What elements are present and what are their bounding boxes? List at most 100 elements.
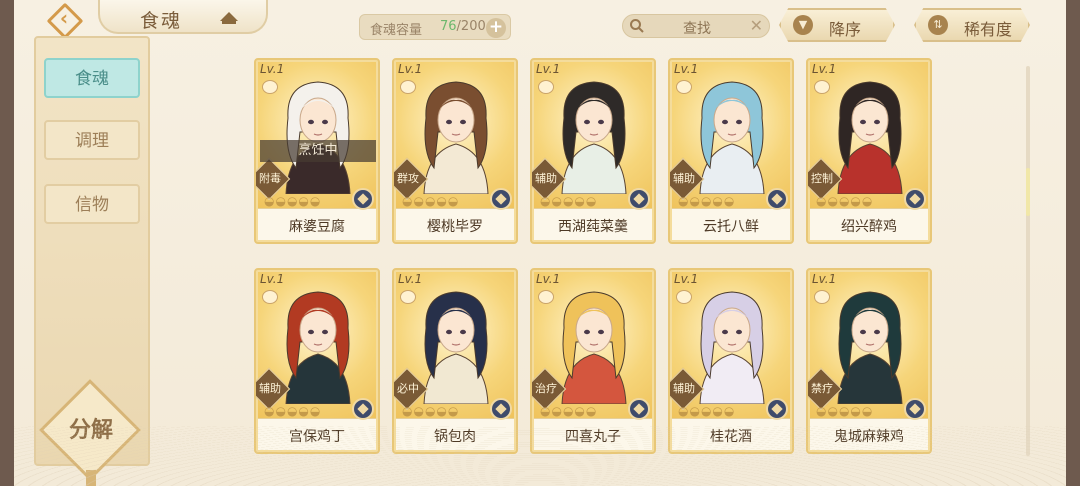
food-soul-card[interactable]: Lv.1 辅助 ◒◒◒◒◒ 桂花酒 xyxy=(668,268,794,454)
sidebar-item-food-soul[interactable]: 食魂 xyxy=(44,58,140,98)
card-level: Lv.1 xyxy=(674,272,699,286)
food-soul-name: 麻婆豆腐 xyxy=(289,219,345,235)
sidebar: 食魂 调理 信物 分解 xyxy=(34,36,150,486)
capacity-total: /200 xyxy=(456,19,486,34)
star-rating: ◒◒◒◒◒ xyxy=(678,404,736,418)
element-icon xyxy=(490,398,512,420)
top-bar: ‹ 食魂 食魂容量 76/200 + 查找 ✕ ▼ 降序 ⇅ 稀有度 xyxy=(14,0,1066,42)
scrollbar-thumb[interactable] xyxy=(1026,168,1030,216)
food-soul-name: 西湖莼菜羹 xyxy=(558,219,628,235)
food-soul-name: 四喜丸子 xyxy=(565,429,621,445)
sort-order-label: 降序 xyxy=(829,20,862,39)
food-soul-card[interactable]: Lv.1 禁疗 ◒◒◒◒◒ 鬼城麻辣鸡 xyxy=(806,268,932,454)
search-input[interactable]: 查找 ✕ xyxy=(622,14,770,38)
page-title: 食魂 xyxy=(140,10,183,32)
food-soul-card[interactable]: Lv.1 群攻 ◒◒◒◒◒ 樱桃毕罗 xyxy=(392,58,518,244)
game-screen: ‹ 食魂 食魂容量 76/200 + 查找 ✕ ▼ 降序 ⇅ 稀有度 食魂 调理… xyxy=(14,0,1066,486)
name-bar: 鬼城麻辣鸡 xyxy=(810,418,928,450)
element-icon xyxy=(904,188,926,210)
name-bar: 桂花酒 xyxy=(672,418,790,450)
role-label: 治疗 xyxy=(535,382,557,395)
card-level: Lv.1 xyxy=(812,272,837,286)
card-level: Lv.1 xyxy=(260,272,285,286)
star-rating: ◒◒◒◒◒ xyxy=(540,194,598,208)
food-soul-card[interactable]: Lv.1 辅助 ◒◒◒◒◒ 宫保鸡丁 xyxy=(254,268,380,454)
card-level: Lv.1 xyxy=(536,62,561,76)
sidebar-item-token[interactable]: 信物 xyxy=(44,184,140,224)
element-icon xyxy=(490,188,512,210)
element-icon xyxy=(352,188,374,210)
food-soul-card[interactable]: Lv.1 附毒 ◒◒◒◒◒ 烹饪中麻婆豆腐 xyxy=(254,58,380,244)
sort-rarity-button[interactable]: ⇅ 稀有度 xyxy=(914,8,1030,42)
rarity-icon xyxy=(538,290,554,304)
chef-hat-icon xyxy=(220,12,238,24)
title-tab: 食魂 xyxy=(98,0,268,34)
descending-icon: ▼ xyxy=(793,15,813,35)
card-level: Lv.1 xyxy=(812,62,837,76)
card-level: Lv.1 xyxy=(536,272,561,286)
rarity-icon xyxy=(262,290,278,304)
food-soul-card[interactable]: Lv.1 治疗 ◒◒◒◒◒ 四喜丸子 xyxy=(530,268,656,454)
food-soul-card[interactable]: Lv.1 辅助 ◒◒◒◒◒ 西湖莼菜羹 xyxy=(530,58,656,244)
role-label: 辅助 xyxy=(673,382,695,395)
cooking-status: 烹饪中 xyxy=(260,140,376,162)
sort-rarity-label: 稀有度 xyxy=(964,20,1013,39)
star-rating: ◒◒◒◒◒ xyxy=(816,194,874,208)
name-bar: 麻婆豆腐 xyxy=(258,208,376,240)
role-label: 辅助 xyxy=(259,382,281,395)
sort-order-button[interactable]: ▼ 降序 xyxy=(779,8,895,42)
food-soul-name: 樱桃毕罗 xyxy=(427,219,483,235)
search-label: 查找 xyxy=(683,21,711,37)
star-rating: ◒◒◒◒◒ xyxy=(540,404,598,418)
element-icon xyxy=(904,398,926,420)
rarity-icon xyxy=(814,290,830,304)
decompose-label: 分解 xyxy=(68,417,113,443)
sort-icon: ⇅ xyxy=(928,15,948,35)
star-rating: ◒◒◒◒◒ xyxy=(264,404,322,418)
rarity-icon xyxy=(400,80,416,94)
capacity-display: 食魂容量 76/200 + xyxy=(359,14,511,40)
tassel-decoration xyxy=(86,470,96,486)
rarity-icon xyxy=(538,80,554,94)
name-bar: 锅包肉 xyxy=(396,418,514,450)
role-label: 辅助 xyxy=(673,172,695,185)
star-rating: ◒◒◒◒◒ xyxy=(678,194,736,208)
role-label: 必中 xyxy=(397,382,419,395)
expand-capacity-button[interactable]: + xyxy=(486,18,506,38)
capacity-current: 76 xyxy=(440,19,457,34)
card-level: Lv.1 xyxy=(260,62,285,76)
element-icon xyxy=(628,398,650,420)
name-bar: 四喜丸子 xyxy=(534,418,652,450)
element-icon xyxy=(628,188,650,210)
back-button[interactable]: ‹ xyxy=(44,4,92,32)
card-level: Lv.1 xyxy=(398,272,423,286)
role-label: 辅助 xyxy=(535,172,557,185)
name-bar: 樱桃毕罗 xyxy=(396,208,514,240)
element-icon xyxy=(352,398,374,420)
food-soul-name: 云托八鲜 xyxy=(703,219,759,235)
name-bar: 绍兴醉鸡 xyxy=(810,208,928,240)
rarity-icon xyxy=(814,80,830,94)
food-soul-name: 桂花酒 xyxy=(710,429,752,445)
star-rating: ◒◒◒◒◒ xyxy=(264,194,322,208)
sidebar-item-recipe[interactable]: 调理 xyxy=(44,120,140,160)
star-rating: ◒◒◒◒◒ xyxy=(816,404,874,418)
role-label: 群攻 xyxy=(397,172,419,185)
back-arrow-icon: ‹ xyxy=(59,6,69,30)
role-label: 附毒 xyxy=(259,172,281,185)
name-bar: 云托八鲜 xyxy=(672,208,790,240)
food-soul-name: 锅包肉 xyxy=(434,429,476,445)
clear-search-icon[interactable]: ✕ xyxy=(750,16,763,35)
capacity-label: 食魂容量 xyxy=(370,23,423,38)
element-icon xyxy=(766,398,788,420)
scrollbar-track[interactable] xyxy=(1026,66,1030,456)
food-soul-card[interactable]: Lv.1 必中 ◒◒◒◒◒ 锅包肉 xyxy=(392,268,518,454)
rarity-icon xyxy=(262,80,278,94)
food-soul-card[interactable]: Lv.1 控制 ◒◒◒◒◒ 绍兴醉鸡 xyxy=(806,58,932,244)
food-soul-name: 鬼城麻辣鸡 xyxy=(834,429,904,445)
name-bar: 西湖莼菜羹 xyxy=(534,208,652,240)
element-icon xyxy=(766,188,788,210)
star-rating: ◒◒◒◒◒ xyxy=(402,404,460,418)
food-soul-card[interactable]: Lv.1 辅助 ◒◒◒◒◒ 云托八鲜 xyxy=(668,58,794,244)
card-level: Lv.1 xyxy=(398,62,423,76)
